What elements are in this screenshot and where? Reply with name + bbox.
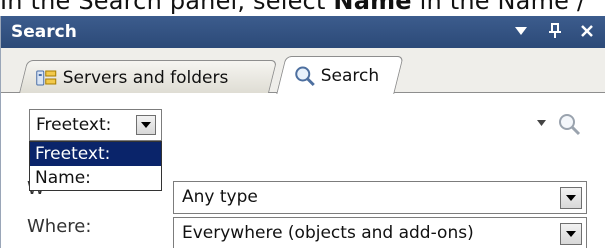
where-select-value: Everywhere (objects and add-ons)	[182, 223, 474, 243]
instruction-bold: Name	[333, 0, 412, 15]
instruction-prefix: In the Search panel, select	[0, 0, 334, 15]
chevron-down-icon	[566, 195, 576, 201]
where-select[interactable]: Everywhere (objects and add-ons)	[173, 217, 587, 248]
instruction-suffix: in the Name /	[411, 0, 586, 15]
where-dropdown-button[interactable]	[560, 223, 582, 245]
panel-menu-button[interactable]	[509, 19, 533, 43]
chevron-down-icon	[515, 27, 527, 35]
type-select[interactable]: Any type	[173, 181, 587, 214]
instruction-text: In the Search panel, select Name in the …	[0, 0, 605, 17]
tab-servers-label: Servers and folders	[62, 67, 229, 88]
servers-folders-icon	[36, 70, 57, 85]
chevron-down-icon	[566, 231, 576, 237]
tab-search[interactable]: Search	[276, 56, 404, 94]
search-mode-select[interactable]: Freetext:	[29, 109, 162, 141]
close-button[interactable]	[575, 19, 599, 43]
search-content: Freetext: Freetext: Name: W Any type	[1, 93, 605, 248]
tab-strip: Servers and folders Search	[1, 48, 605, 94]
magnifier-icon	[559, 114, 581, 136]
chevron-down-icon	[141, 122, 151, 128]
search-mode-options: Freetext: Name:	[29, 141, 162, 191]
option-freetext[interactable]: Freetext:	[30, 142, 161, 166]
chevron-down-icon	[537, 120, 546, 126]
magnifier-icon	[295, 66, 315, 86]
tab-servers-and-folders[interactable]: Servers and folders	[18, 60, 278, 94]
where-label: Where:	[27, 216, 92, 237]
search-history-dropdown[interactable]	[537, 115, 546, 129]
type-dropdown-button[interactable]	[560, 187, 582, 209]
search-panel: Search Servers and folders Search Freete…	[0, 16, 605, 248]
pin-icon	[549, 23, 561, 38]
close-icon	[581, 25, 593, 37]
panel-title: Search	[11, 22, 77, 42]
search-mode-value: Freetext:	[36, 115, 112, 135]
tab-search-label: Search	[320, 65, 380, 86]
search-mode-dropdown-button[interactable]	[136, 115, 156, 135]
option-name[interactable]: Name:	[30, 166, 161, 190]
search-go-button[interactable]	[556, 111, 582, 141]
search-input[interactable]	[173, 109, 588, 141]
panel-titlebar: Search	[1, 16, 605, 48]
type-select-value: Any type	[182, 187, 258, 207]
pin-button[interactable]	[543, 19, 567, 43]
